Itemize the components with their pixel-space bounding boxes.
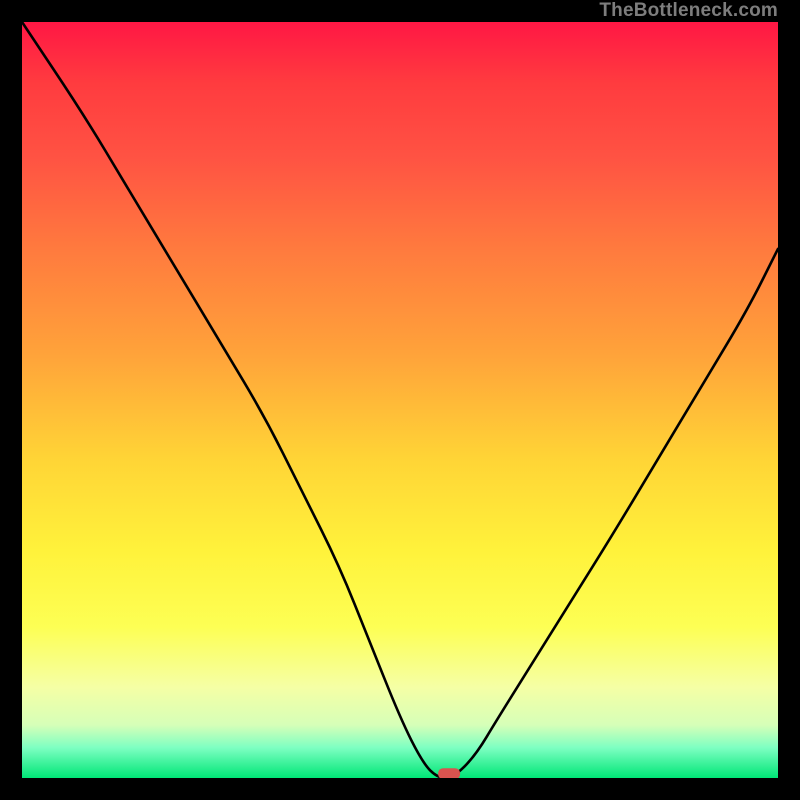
curve-svg	[22, 22, 778, 778]
minimum-marker	[438, 768, 460, 778]
plot-area	[22, 22, 778, 778]
chart-frame: TheBottleneck.com	[0, 0, 800, 800]
watermark-text: TheBottleneck.com	[599, 0, 778, 22]
bottleneck-curve	[22, 22, 778, 778]
